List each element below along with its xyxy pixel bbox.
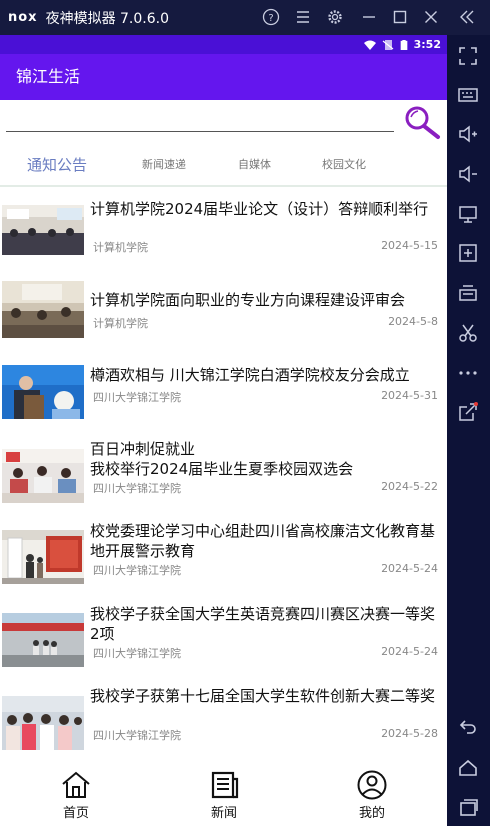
- battery-icon: [400, 39, 407, 50]
- search-row: [0, 100, 447, 145]
- news-source: 计算机学院: [93, 241, 148, 254]
- help-icon[interactable]: ?: [262, 8, 280, 26]
- news-date: 2024-5-24: [381, 562, 438, 575]
- more-icon[interactable]: [457, 362, 479, 384]
- apk-install-icon[interactable]: [457, 242, 479, 264]
- emulator-sidebar: [447, 35, 490, 826]
- list-item[interactable]: 计算机学院面向职业的专业方向课程建设评审会 计算机学院 2024-5-8: [0, 272, 447, 355]
- nav-home[interactable]: 首页: [46, 770, 106, 826]
- search-input[interactable]: [6, 110, 394, 132]
- scissors-icon[interactable]: [457, 322, 479, 344]
- news-source: 四川大学锦江学院: [93, 646, 181, 660]
- news-icon: [211, 771, 239, 799]
- status-bar: 3:52: [0, 35, 447, 54]
- bottom-navigation: 首页 新闻 我的: [0, 766, 447, 826]
- list-item[interactable]: 我校学子获全国大学生英语竞赛四川赛区决赛一等奖2项 四川大学锦江学院 2024-…: [0, 602, 447, 685]
- list-item[interactable]: 计算机学院2024届毕业论文（设计）答辩顺利举行 计算机学院 2024-5-15: [0, 189, 447, 272]
- nav-news[interactable]: 新闻: [194, 770, 254, 826]
- news-source: 四川大学锦江学院: [93, 729, 181, 742]
- svg-text:?: ?: [268, 13, 273, 24]
- news-thumbnail: [2, 530, 84, 584]
- nox-logo: nox: [8, 10, 38, 25]
- news-thumbnail: [2, 205, 84, 255]
- home-android-icon[interactable]: [457, 757, 479, 779]
- news-title: 我校学子获第十七届全国大学生软件创新大赛二等奖: [90, 687, 436, 705]
- list-item[interactable]: 樽酒欢相与 川大锦江学院白酒学院校友分会成立 四川大学锦江学院 2024-5-3…: [0, 354, 447, 437]
- news-list: 计算机学院2024届毕业论文（设计）答辩顺利举行 计算机学院 2024-5-15…: [0, 189, 447, 767]
- list-item[interactable]: 百日冲刺促就业 我校举行2024届毕业生夏季校园双选会 四川大学锦江学院 202…: [0, 437, 447, 520]
- profile-icon: [357, 770, 387, 800]
- app-title: 锦江生活: [16, 67, 81, 86]
- news-source: 计算机学院: [93, 316, 148, 330]
- news-thumbnail: [2, 280, 84, 338]
- close-icon[interactable]: [422, 8, 440, 26]
- news-date: 2024-5-8: [388, 314, 438, 328]
- maximize-icon[interactable]: [391, 8, 409, 26]
- nav-news-label: 新闻: [210, 806, 237, 821]
- emulator-title: 夜神模拟器 7.0.6.0: [45, 10, 170, 27]
- news-date: 2024-5-28: [381, 727, 438, 740]
- collapse-icon[interactable]: [458, 8, 476, 26]
- tab-notices[interactable]: 通知公告: [27, 145, 87, 185]
- status-time: 3:52: [413, 38, 441, 51]
- back-icon[interactable]: [457, 715, 479, 737]
- search-icon[interactable]: [401, 102, 443, 142]
- news-title: 樽酒欢相与 川大锦江学院白酒学院校友分会成立: [90, 366, 410, 384]
- nav-profile[interactable]: 我的: [342, 770, 402, 826]
- wifi-icon: [363, 40, 376, 50]
- recent-apps-icon[interactable]: [457, 797, 479, 819]
- phone-screen: 3:52 锦江生活 通知公告 新闻速递 自媒体 校园文化 计算机学院2024届毕…: [0, 35, 447, 826]
- settings-icon[interactable]: [326, 8, 344, 26]
- screenshot-icon[interactable]: [457, 282, 479, 304]
- category-tabs: 通知公告 新闻速递 自媒体 校园文化: [0, 145, 447, 187]
- menu-icon[interactable]: [294, 8, 312, 26]
- nav-profile-label: 我的: [358, 806, 385, 821]
- volume-up-icon[interactable]: [457, 123, 479, 145]
- news-source: 四川大学锦江学院: [93, 564, 181, 577]
- news-date: 2024-5-22: [381, 479, 438, 493]
- share-icon[interactable]: [457, 401, 479, 423]
- nav-home-label: 首页: [62, 806, 89, 821]
- news-title: 我校学子获全国大学生英语竞赛四川赛区决赛一等奖2项: [90, 604, 436, 643]
- news-source: 四川大学锦江学院: [93, 481, 181, 495]
- news-date: 2024-5-15: [381, 239, 438, 252]
- app-bar: 锦江生活: [0, 54, 447, 100]
- home-icon: [62, 771, 90, 798]
- fullscreen-icon[interactable]: [457, 45, 479, 67]
- tab-news-express[interactable]: 新闻速递: [142, 145, 186, 185]
- news-title: 计算机学院2024届毕业论文（设计）答辩顺利举行: [90, 200, 429, 218]
- news-thumbnail: [2, 448, 84, 503]
- news-thumbnail: [2, 365, 84, 419]
- news-date: 2024-5-24: [381, 644, 438, 658]
- news-source: 四川大学锦江学院: [93, 391, 181, 404]
- volume-down-icon[interactable]: [457, 163, 479, 185]
- news-thumbnail: [2, 612, 84, 667]
- news-title: 计算机学院面向职业的专业方向课程建设评审会: [90, 290, 406, 309]
- news-date: 2024-5-31: [381, 389, 438, 402]
- list-item[interactable]: 我校学子获第十七届全国大学生软件创新大赛二等奖 四川大学锦江学院 2024-5-…: [0, 684, 447, 767]
- news-thumbnail: [2, 696, 84, 750]
- emulator-titlebar: nox 夜神模拟器 7.0.6.0 ?: [0, 0, 490, 35]
- minimize-icon[interactable]: [360, 8, 378, 26]
- no-sim-icon: [382, 39, 393, 50]
- news-title: 百日冲刺促就业 我校举行2024届毕业生夏季校园双选会: [90, 439, 354, 478]
- keyboard-icon[interactable]: [457, 84, 479, 106]
- list-item[interactable]: 校党委理论学习中心组赴四川省高校廉洁文化教育基地开展警示教育 四川大学锦江学院 …: [0, 519, 447, 602]
- news-title: 校党委理论学习中心组赴四川省高校廉洁文化教育基地开展警示教育: [90, 522, 436, 560]
- tab-self-media[interactable]: 自媒体: [238, 145, 271, 185]
- tab-campus-culture[interactable]: 校园文化: [322, 145, 366, 185]
- screen-icon[interactable]: [457, 203, 479, 225]
